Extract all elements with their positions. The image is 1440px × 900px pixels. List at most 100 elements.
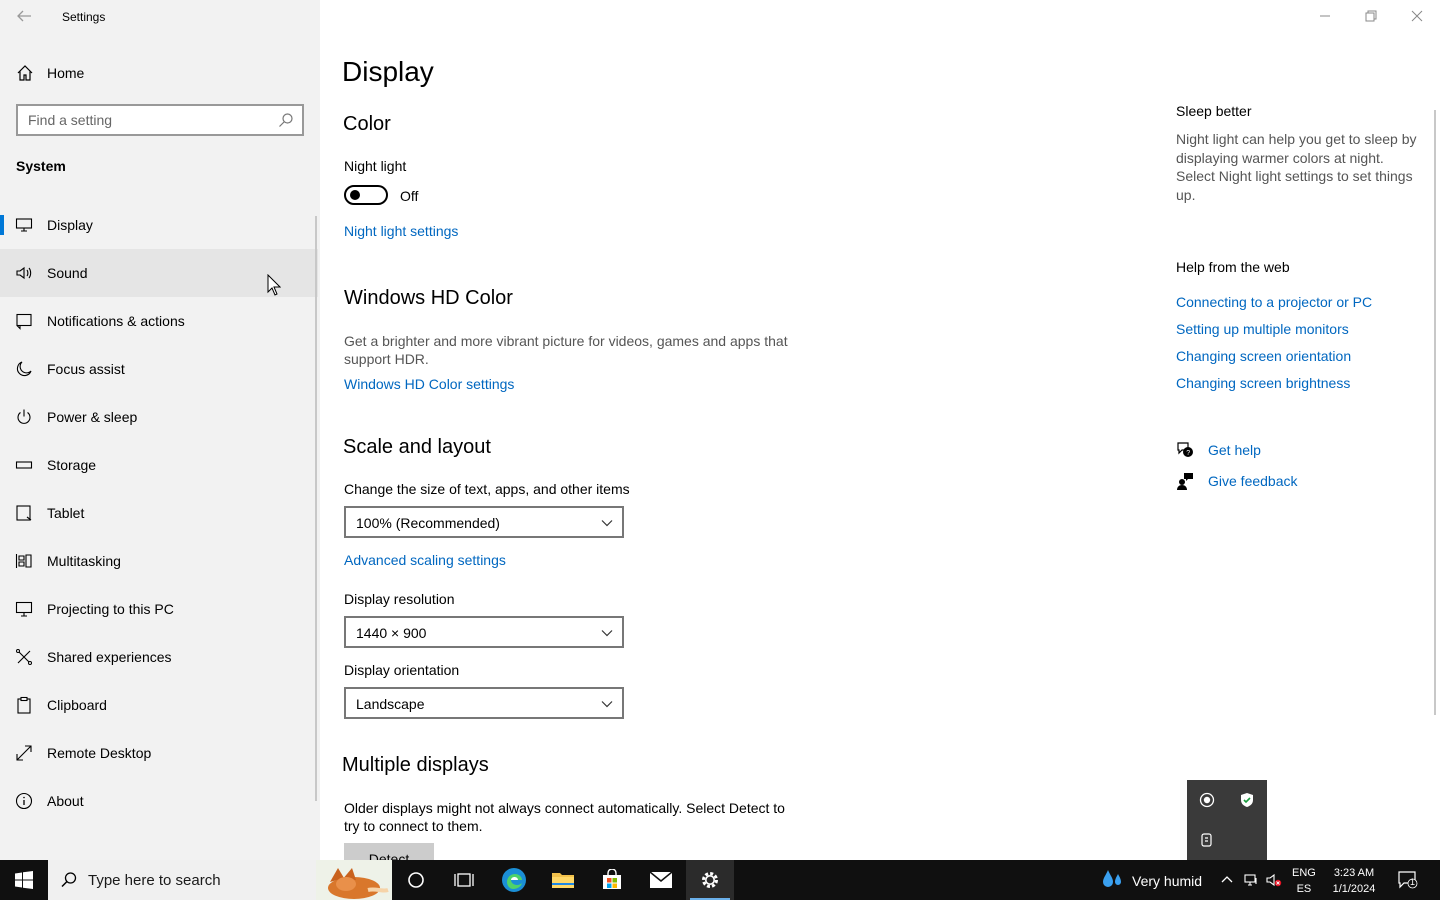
sidebar-item-shared-experiences[interactable]: Shared experiences xyxy=(0,633,318,681)
store-button[interactable] xyxy=(588,860,636,900)
taskbar: Type here to search Very humid ENG ES 3:… xyxy=(0,860,1440,900)
sidebar: Settings Home System Display Sound Notif… xyxy=(0,0,320,860)
scale-value: 100% (Recommended) xyxy=(356,515,500,531)
sidebar-item-remote-desktop[interactable]: Remote Desktop xyxy=(0,729,318,777)
multitasking-icon xyxy=(15,554,32,568)
search-input[interactable] xyxy=(28,111,268,129)
sidebar-item-projecting[interactable]: Projecting to this PC xyxy=(0,585,318,633)
sidebar-item-tablet[interactable]: Tablet xyxy=(0,489,318,537)
sidebar-item-label: Remote Desktop xyxy=(47,745,152,761)
taskbar-search-box[interactable]: Type here to search xyxy=(48,860,392,900)
multiple-displays-heading: Multiple displays xyxy=(342,754,489,776)
chevron-down-icon xyxy=(601,520,613,527)
sidebar-scrollbar[interactable] xyxy=(315,216,317,801)
sidebar-item-multitasking[interactable]: Multitasking xyxy=(0,537,318,585)
chevron-down-icon xyxy=(601,701,613,708)
network-icon[interactable] xyxy=(1243,872,1259,888)
back-arrow-icon[interactable] xyxy=(14,6,34,26)
home-nav-item[interactable]: Home xyxy=(0,55,320,91)
night-light-settings-link[interactable]: Night light settings xyxy=(344,223,458,239)
monitor-icon xyxy=(15,218,33,232)
clock-time: 3:23 AM xyxy=(1333,867,1375,879)
sidebar-item-power-sleep[interactable]: Power & sleep xyxy=(0,393,318,441)
minimize-icon xyxy=(1320,15,1330,17)
device-icon[interactable] xyxy=(1199,832,1215,848)
chevron-down-icon xyxy=(601,630,613,637)
feedback-icon xyxy=(1177,473,1193,490)
sidebar-item-focus-assist[interactable]: Focus assist xyxy=(0,345,318,393)
clock-date: 1/1/2024 xyxy=(1332,883,1376,895)
help-link-orientation[interactable]: Changing screen orientation xyxy=(1176,348,1351,364)
hdr-heading: Windows HD Color xyxy=(344,287,513,309)
scale-dropdown[interactable]: 100% (Recommended) xyxy=(344,506,624,538)
help-link-multiple-monitors[interactable]: Setting up multiple monitors xyxy=(1176,321,1349,337)
sleep-better-heading: Sleep better xyxy=(1176,103,1252,119)
mail-button[interactable] xyxy=(637,860,685,900)
notification-count: 1 xyxy=(1410,877,1416,887)
give-feedback-link[interactable]: Give feedback xyxy=(1208,473,1298,489)
settings-taskbar-button[interactable] xyxy=(686,860,734,900)
cortana-button[interactable] xyxy=(392,860,440,900)
night-light-state: Off xyxy=(400,188,419,204)
store-icon xyxy=(603,869,621,889)
hdr-description: Get a brighter and more vibrant picture … xyxy=(344,333,788,367)
window-controls xyxy=(1302,0,1440,32)
sidebar-item-notifications[interactable]: Notifications & actions xyxy=(0,297,318,345)
tablet-icon xyxy=(16,505,32,521)
weather-text[interactable]: Very humid xyxy=(1132,873,1202,889)
help-link-projector[interactable]: Connecting to a projector or PC xyxy=(1176,294,1372,310)
start-button[interactable] xyxy=(0,860,48,900)
projecting-icon xyxy=(15,601,33,617)
mail-icon xyxy=(649,871,673,888)
home-icon xyxy=(17,65,33,81)
resolution-dropdown[interactable]: 1440 × 900 xyxy=(344,616,624,648)
find-setting-search[interactable] xyxy=(16,104,304,136)
close-button[interactable] xyxy=(1394,0,1440,32)
sidebar-item-label: Storage xyxy=(47,457,97,473)
search-icon[interactable] xyxy=(278,112,294,128)
security-shield-icon[interactable] xyxy=(1239,792,1255,808)
clock[interactable]: 3:23 AM 1/1/2024 xyxy=(1330,865,1378,897)
orientation-value: Landscape xyxy=(356,696,425,712)
task-view-button[interactable] xyxy=(440,860,488,900)
chevron-up-icon[interactable] xyxy=(1219,872,1235,888)
sidebar-item-clipboard[interactable]: Clipboard xyxy=(0,681,318,729)
app-title: Settings xyxy=(62,10,106,24)
color-heading: Color xyxy=(343,113,391,135)
sidebar-item-display[interactable]: Display xyxy=(0,201,318,249)
volume-muted-icon[interactable] xyxy=(1266,872,1282,888)
edge-button[interactable] xyxy=(490,860,538,900)
weather-drop-icon[interactable] xyxy=(1100,868,1126,892)
language-indicator[interactable]: ENG ES xyxy=(1292,865,1316,897)
night-light-toggle[interactable] xyxy=(344,185,388,205)
sidebar-item-label: Clipboard xyxy=(47,697,107,713)
multiple-displays-description: Older displays might not always connect … xyxy=(344,800,785,834)
record-icon[interactable] xyxy=(1199,792,1215,808)
clipboard-icon xyxy=(17,696,31,714)
advanced-scaling-link[interactable]: Advanced scaling settings xyxy=(344,552,506,568)
hdr-settings-link[interactable]: Windows HD Color settings xyxy=(344,376,514,392)
section-label: System xyxy=(16,158,66,174)
main-content: Display Color Night light Off Night ligh… xyxy=(320,0,1440,867)
sidebar-item-storage[interactable]: Storage xyxy=(0,441,318,489)
gear-icon xyxy=(702,872,718,888)
folder-icon xyxy=(552,873,574,888)
sidebar-item-about[interactable]: About xyxy=(0,777,318,825)
sidebar-item-label: Multitasking xyxy=(47,553,121,569)
resolution-label: Display resolution xyxy=(344,591,455,607)
page-title: Display xyxy=(342,56,434,87)
sidebar-item-label: Display xyxy=(47,217,93,233)
language-secondary: ES xyxy=(1296,883,1312,895)
minimize-button[interactable] xyxy=(1302,0,1348,32)
orientation-dropdown[interactable]: Landscape xyxy=(344,687,624,719)
speaker-icon xyxy=(16,266,32,280)
sidebar-item-label: Power & sleep xyxy=(47,409,138,425)
main-scrollbar[interactable] xyxy=(1434,110,1436,715)
windows-logo-icon xyxy=(15,871,33,889)
restore-button[interactable] xyxy=(1348,0,1394,32)
action-center-button[interactable]: 1 xyxy=(1398,871,1418,889)
file-explorer-button[interactable] xyxy=(539,860,587,900)
help-link-brightness[interactable]: Changing screen brightness xyxy=(1176,375,1350,391)
get-help-link[interactable]: Get help xyxy=(1208,442,1261,458)
sidebar-item-label: Projecting to this PC xyxy=(47,601,174,617)
